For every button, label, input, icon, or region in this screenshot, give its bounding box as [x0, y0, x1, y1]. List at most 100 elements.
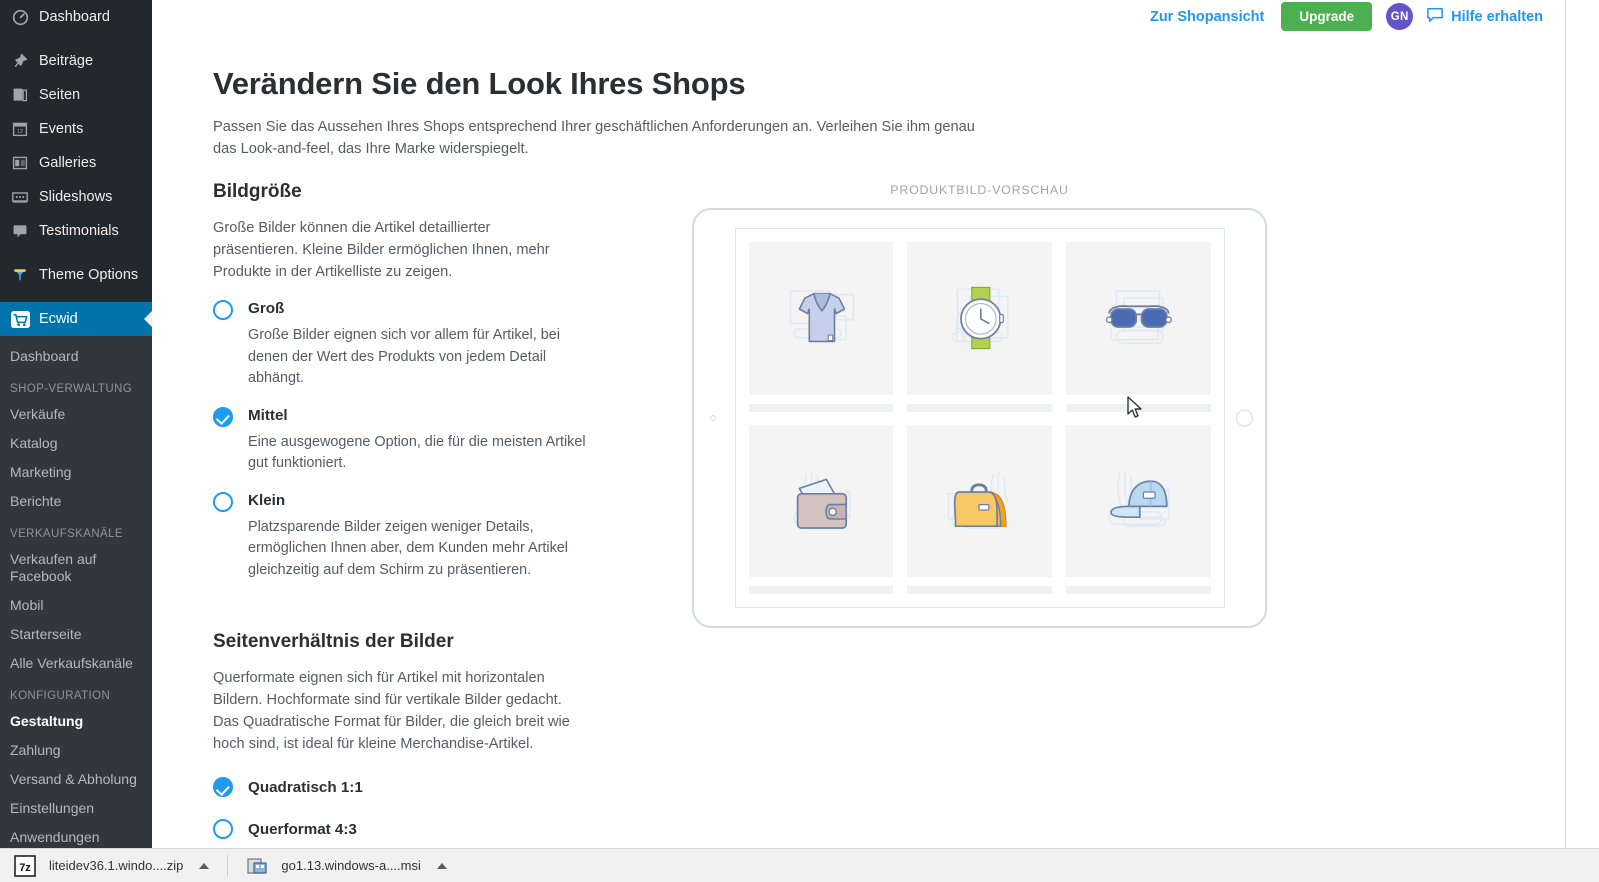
7zip-archive-icon: 7z — [14, 854, 36, 877]
preview-caption: Produktbild-Vorschau — [890, 183, 1069, 197]
watch-illustration — [907, 242, 1052, 395]
sidebar-item-label: Testimonials — [39, 222, 119, 239]
radio-icon[interactable] — [213, 300, 233, 320]
tablet-home-button-icon — [1236, 409, 1253, 427]
submenu-heading: VERKAUFSKANÄLE — [10, 528, 123, 540]
sidebar-submenu: Dashboard SHOP-VERWALTUNG Verkäufe Katalog M… — [0, 336, 152, 848]
chevron-up-icon[interactable] — [199, 862, 210, 869]
sidebar-item-label: Events — [39, 120, 84, 137]
svg-text:12: 12 — [17, 129, 23, 135]
radio-icon[interactable] — [213, 406, 233, 427]
chevron-up-icon[interactable] — [436, 862, 447, 869]
sidebar-item-label: Theme Options — [39, 266, 139, 283]
gallery-icon — [10, 153, 30, 173]
sidebar-item-dashboard[interactable]: Dashboard — [0, 0, 152, 34]
get-help-button[interactable]: Hilfe erhalten — [1426, 7, 1543, 27]
upgrade-button[interactable]: Upgrade — [1281, 2, 1373, 31]
radio-label: Groß — [248, 300, 285, 317]
sidebar-item-label: Slideshows — [39, 188, 113, 205]
radio-label: Quadratisch 1:1 — [248, 778, 363, 796]
shop-view-link[interactable]: Zur Shopansicht — [1150, 9, 1264, 25]
admin-sidebar[interactable]: Dashboard Beiträge Seiten 12 Events Gall… — [0, 0, 152, 848]
submenu-item-marketing[interactable]: Marketing — [0, 458, 145, 487]
section-description: Querformate eignen sich für Artikel mit … — [213, 670, 570, 752]
sidebar-item-slideshows[interactable]: Slideshows — [0, 180, 152, 214]
submenu-item-anwendungen[interactable]: Anwendungen — [0, 823, 145, 848]
pages-icon — [10, 85, 30, 105]
bag-illustration — [907, 424, 1052, 577]
download-filename: go1.13.windows-a....msi — [281, 858, 421, 873]
product-cell[interactable] — [748, 424, 894, 594]
ecwid-cart-icon — [10, 309, 30, 329]
tshirt-illustration — [748, 242, 894, 395]
section-aspect-ratio: Seitenverhältnis der Bilder Querformate … — [213, 631, 613, 839]
download-filename: liteidev36.1.windo....zip — [49, 858, 184, 873]
submenu-item-dashboard[interactable]: Dashboard — [0, 342, 145, 371]
radio-option-mittel[interactable]: Mittel Eine ausgewogene Option, die für … — [213, 406, 613, 475]
product-cell[interactable] — [907, 424, 1052, 594]
sidebar-divider — [0, 292, 152, 302]
radio-option-klein[interactable]: Klein Platzsparende Bilder zeigen wenige… — [213, 491, 613, 582]
tablet-camera-icon — [710, 415, 716, 421]
tablet-screen — [734, 228, 1225, 608]
product-cell[interactable] — [1065, 242, 1211, 412]
radio-option-querformat[interactable]: Querformat 4:3 — [213, 819, 613, 839]
sidebar-item-theme-options[interactable]: Theme Options — [0, 258, 152, 292]
sidebar-item-galleries[interactable]: Galleries — [0, 146, 152, 180]
submenu-item-gestaltung[interactable]: Gestaltung — [0, 707, 145, 736]
product-cell[interactable] — [907, 242, 1052, 412]
sidebar-item-events[interactable]: 12 Events — [0, 112, 152, 146]
submenu-heading: KONFIGURATION — [10, 690, 111, 702]
browser-download-bar: 7z liteidev36.1.windo....zip go1.13.wind… — [0, 848, 1599, 882]
radio-option-gross[interactable]: Groß Große Bilder eignen sich vor allem … — [213, 299, 613, 390]
product-title-placeholder — [907, 403, 1052, 412]
radio-option-quadratisch[interactable]: Quadratisch 1:1 — [213, 777, 613, 797]
radio-icon[interactable] — [213, 819, 233, 839]
product-title-placeholder — [1065, 403, 1211, 412]
submenu-item-versand-abholung[interactable]: Versand & Abholung — [0, 765, 145, 794]
submenu-item-katalog[interactable]: Katalog — [0, 429, 145, 458]
avatar[interactable]: GN — [1386, 3, 1414, 30]
radio-icon[interactable] — [213, 491, 233, 512]
page-title: Verändern Sie den Look Ihres Shops — [213, 66, 746, 101]
active-menu-arrow — [144, 311, 152, 327]
download-item[interactable]: go1.13.windows-a....msi — [246, 849, 452, 882]
submenu-heading: SHOP-VERWALTUNG — [10, 383, 133, 395]
sidebar-item-seiten[interactable]: Seiten — [0, 78, 152, 112]
section-title: Bildgröße — [213, 181, 302, 202]
sidebar-item-ecwid[interactable]: Ecwid — [0, 302, 152, 336]
submenu-item-starterseite[interactable]: Starterseite — [0, 620, 145, 649]
submenu-item-berichte[interactable]: Berichte — [0, 487, 145, 516]
submenu-item-einstellungen[interactable]: Einstellungen — [0, 794, 145, 823]
product-title-placeholder — [748, 586, 894, 594]
submenu-item-zahlung[interactable]: Zahlung — [0, 736, 145, 765]
sidebar-item-testimonials[interactable]: Testimonials — [0, 214, 152, 248]
sidebar-divider — [0, 248, 152, 258]
sidebar-main-items: Dashboard Beiträge Seiten 12 Events Gall… — [0, 0, 152, 302]
radio-icon[interactable] — [213, 777, 233, 797]
radio-label: Klein — [248, 491, 286, 509]
tablet-frame — [692, 208, 1267, 628]
page-right-margin — [1566, 0, 1599, 848]
product-title-placeholder — [748, 403, 894, 412]
sidebar-item-label: Ecwid — [39, 310, 78, 327]
chat-bubble-icon — [1426, 7, 1444, 27]
submenu-item-verk-ufe[interactable]: Verkäufe — [0, 400, 145, 429]
product-cell[interactable] — [1065, 424, 1211, 594]
sunglasses-illustration — [1065, 242, 1211, 395]
sidebar-item-beitraege[interactable]: Beiträge — [0, 44, 152, 78]
submenu-item-mobil[interactable]: Mobil — [0, 591, 145, 620]
radio-description: Platzsparende Bilder zeigen weniger Deta… — [248, 518, 568, 578]
submenu-item-verkaufen-auf-facebook[interactable]: Verkaufen auf Facebook — [0, 545, 145, 591]
get-help-label: Hilfe erhalten — [1451, 8, 1543, 25]
product-image-preview: Produktbild-Vorschau — [692, 183, 1267, 628]
download-item[interactable]: 7z liteidev36.1.windo....zip — [14, 849, 215, 882]
theme-options-icon — [10, 265, 30, 285]
dashboard-icon — [10, 7, 30, 27]
wallet-illustration — [748, 424, 894, 577]
submenu-item-alle-verkaufskan-le[interactable]: Alle Verkaufskanäle — [0, 649, 145, 678]
calendar-icon: 12 — [10, 119, 30, 139]
radio-label: Mittel — [248, 406, 288, 424]
product-cell[interactable] — [748, 242, 894, 412]
section-title: Seitenverhältnis der Bilder — [213, 631, 454, 652]
